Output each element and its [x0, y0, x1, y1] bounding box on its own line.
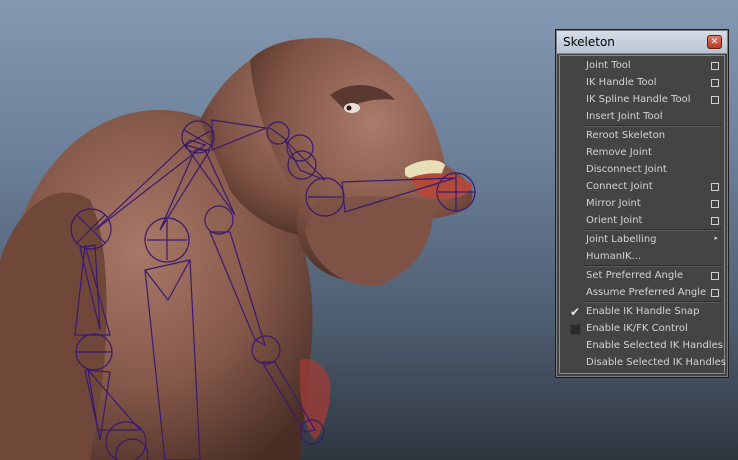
option-box-icon[interactable] [711, 96, 719, 104]
menu-separator [584, 125, 722, 127]
menu-item-joint-labelling[interactable]: Joint Labelling ▸ [560, 232, 724, 249]
skeleton-menu: Joint Tool IK Handle Tool IK Spline Handle… [559, 55, 726, 374]
menu-item-label: IK Handle Tool [586, 77, 657, 88]
option-box-icon[interactable] [711, 79, 719, 87]
close-icon: ✕ [710, 37, 719, 47]
option-box-icon[interactable] [711, 272, 719, 280]
menu-item-label: Mirror Joint [586, 198, 641, 209]
option-box-icon[interactable] [711, 62, 719, 70]
menu-item-enable-selected-ik-handles[interactable]: Enable Selected IK Handles [560, 338, 724, 355]
menu-item-label: Set Preferred Angle [586, 270, 684, 281]
menu-item-disable-selected-ik-handles[interactable]: Disable Selected IK Handles [560, 355, 726, 372]
menu-item-label: Remove Joint [586, 147, 652, 158]
menu-separator [584, 265, 722, 267]
window-title: Skeleton [563, 35, 615, 49]
menu-item-joint-tool[interactable]: Joint Tool [560, 58, 724, 75]
submenu-arrow-icon: ▸ [714, 234, 718, 242]
creature-jaw [305, 196, 433, 286]
menu-item-ik-spline-handle-tool[interactable]: IK Spline Handle Tool [560, 92, 724, 109]
menu-separator [584, 301, 722, 303]
menu-item-label: Disable Selected IK Handles [586, 357, 726, 368]
option-box-icon[interactable] [711, 289, 719, 297]
menu-item-enable-ik-fk-control[interactable]: Enable IK/FK Control [560, 321, 724, 338]
checkmark-icon[interactable]: ✔ [570, 306, 581, 318]
menu-item-assume-preferred-angle[interactable]: Assume Preferred Angle [560, 285, 724, 302]
close-button[interactable]: ✕ [707, 35, 722, 49]
menu-item-label: Enable IK Handle Snap [586, 306, 700, 317]
menu-item-humanik[interactable]: HumanIK... [560, 249, 724, 266]
menu-item-set-preferred-angle[interactable]: Set Preferred Angle [560, 268, 724, 285]
menu-item-label: Enable IK/FK Control [586, 323, 688, 334]
menu-item-label: Reroot Skeleton [586, 130, 666, 141]
option-box-icon[interactable] [711, 217, 719, 225]
menu-item-label: Disconnect Joint [586, 164, 667, 175]
menu-item-label: Connect Joint [586, 181, 653, 192]
menu-item-enable-ik-handle-snap[interactable]: ✔ Enable IK Handle Snap [560, 304, 724, 321]
menu-item-ik-handle-tool[interactable]: IK Handle Tool [560, 75, 724, 92]
unchecked-box-icon[interactable] [570, 324, 581, 335]
menu-item-label: Joint Tool [586, 60, 631, 71]
option-box-icon[interactable] [711, 200, 719, 208]
menu-item-mirror-joint[interactable]: Mirror Joint [560, 196, 724, 213]
window-titlebar[interactable]: Skeleton ✕ [557, 31, 727, 54]
menu-item-label: Enable Selected IK Handles [586, 340, 723, 351]
menu-separator [584, 229, 722, 231]
menu-item-connect-joint[interactable]: Connect Joint [560, 179, 724, 196]
creature-shoulder-left [0, 192, 107, 460]
menu-item-label: Assume Preferred Angle [586, 287, 707, 298]
option-box-icon[interactable] [711, 183, 719, 191]
menu-item-remove-joint[interactable]: Remove Joint [560, 145, 724, 162]
skeleton-menu-window: Skeleton ✕ Joint Tool IK Handle Tool IK Sp… [555, 29, 729, 378]
menu-item-label: IK Spline Handle Tool [586, 94, 691, 105]
menu-item-label: HumanIK... [586, 251, 642, 262]
menu-item-insert-joint-tool[interactable]: Insert Joint Tool [560, 109, 724, 126]
creature-eye [344, 103, 360, 113]
menu-item-label: Insert Joint Tool [586, 111, 663, 122]
menu-item-orient-joint[interactable]: Orient Joint [560, 213, 724, 230]
menu-item-reroot-skeleton[interactable]: Reroot Skeleton [560, 128, 724, 145]
menu-item-label: Orient Joint [586, 215, 643, 226]
creature-wound [299, 358, 331, 440]
menu-item-disconnect-joint[interactable]: Disconnect Joint [560, 162, 724, 179]
menu-item-label: Joint Labelling [586, 234, 657, 245]
